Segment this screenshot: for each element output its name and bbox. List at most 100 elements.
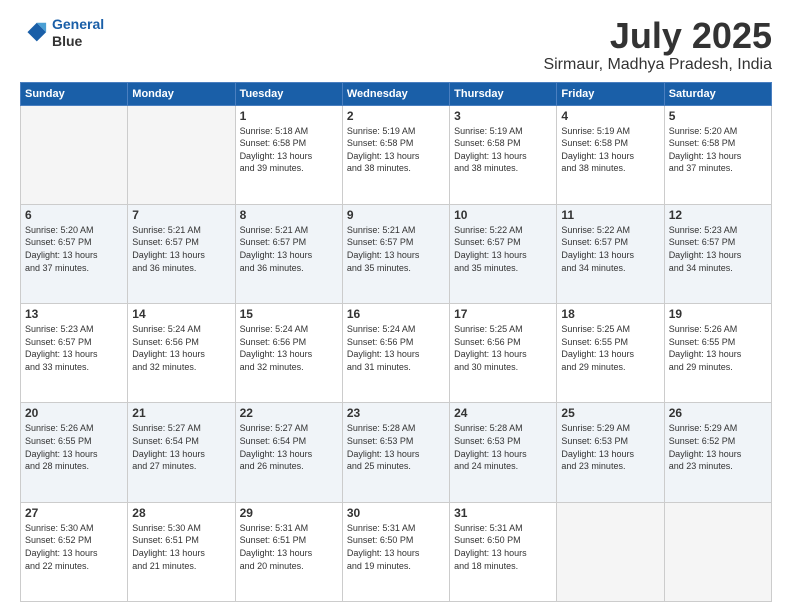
day-info: Sunrise: 5:21 AM Sunset: 6:57 PM Dayligh… bbox=[132, 224, 230, 274]
calendar-cell: 3Sunrise: 5:19 AM Sunset: 6:58 PM Daylig… bbox=[450, 105, 557, 204]
subtitle: Sirmaur, Madhya Pradesh, India bbox=[543, 56, 772, 74]
day-info: Sunrise: 5:23 AM Sunset: 6:57 PM Dayligh… bbox=[669, 224, 767, 274]
day-info: Sunrise: 5:26 AM Sunset: 6:55 PM Dayligh… bbox=[25, 422, 123, 472]
calendar-cell: 6 Sunrise: 5:20 AM Sunset: 6:57 PM Daylig… bbox=[21, 204, 128, 303]
logo-text: General Blue bbox=[52, 16, 104, 50]
calendar-cell: 9 Sunrise: 5:21 AM Sunset: 6:57 PM Daylig… bbox=[342, 204, 449, 303]
calendar-cell: 13 Sunrise: 5:23 AM Sunset: 6:57 PM Dayli… bbox=[21, 304, 128, 403]
col-monday: Monday bbox=[128, 82, 235, 105]
day-number: 18 bbox=[561, 307, 659, 321]
calendar-cell: 25 Sunrise: 5:29 AM Sunset: 6:53 PM Dayli… bbox=[557, 403, 664, 502]
logo-line1: General bbox=[52, 16, 104, 32]
logo: General Blue bbox=[20, 16, 104, 50]
calendar-cell: 27Sunrise: 5:30 AM Sunset: 6:52 PM Dayli… bbox=[21, 502, 128, 601]
calendar-cell: 23Sunrise: 5:28 AM Sunset: 6:53 PM Dayli… bbox=[342, 403, 449, 502]
calendar-cell: 21 Sunrise: 5:27 AM Sunset: 6:54 PM Dayli… bbox=[128, 403, 235, 502]
day-number: 31 bbox=[454, 506, 552, 520]
calendar-cell bbox=[21, 105, 128, 204]
day-number: 30 bbox=[347, 506, 445, 520]
day-number: 1 bbox=[240, 109, 338, 123]
logo-line2: Blue bbox=[52, 33, 104, 50]
calendar-cell: 17 Sunrise: 5:25 AM Sunset: 6:56 PM Dayli… bbox=[450, 304, 557, 403]
day-info: Sunrise: 5:29 AM Sunset: 6:53 PM Dayligh… bbox=[561, 422, 659, 472]
calendar-cell: 14Sunrise: 5:24 AM Sunset: 6:56 PM Dayli… bbox=[128, 304, 235, 403]
day-number: 20 bbox=[25, 406, 123, 420]
day-info: Sunrise: 5:18 AM Sunset: 6:58 PM Dayligh… bbox=[240, 125, 338, 175]
day-info: Sunrise: 5:21 AM Sunset: 6:57 PM Dayligh… bbox=[347, 224, 445, 274]
day-number: 6 bbox=[25, 208, 123, 222]
calendar-cell bbox=[664, 502, 771, 601]
page: General Blue July 2025 Sirmaur, Madhya P… bbox=[0, 0, 792, 612]
calendar-cell: 28 Sunrise: 5:30 AM Sunset: 6:51 PM Dayli… bbox=[128, 502, 235, 601]
calendar-week-row: 20 Sunrise: 5:26 AM Sunset: 6:55 PM Dayli… bbox=[21, 403, 772, 502]
calendar-cell: 29 Sunrise: 5:31 AM Sunset: 6:51 PM Dayli… bbox=[235, 502, 342, 601]
header-row: Sunday Monday Tuesday Wednesday Thursday… bbox=[21, 82, 772, 105]
day-number: 12 bbox=[669, 208, 767, 222]
day-number: 19 bbox=[669, 307, 767, 321]
calendar-cell bbox=[128, 105, 235, 204]
day-info: Sunrise: 5:21 AM Sunset: 6:57 PM Dayligh… bbox=[240, 224, 338, 274]
calendar-cell: 15 Sunrise: 5:24 AM Sunset: 6:56 PM Dayli… bbox=[235, 304, 342, 403]
calendar-cell: 19 Sunrise: 5:26 AM Sunset: 6:55 PM Dayli… bbox=[664, 304, 771, 403]
day-info: Sunrise: 5:25 AM Sunset: 6:56 PM Dayligh… bbox=[454, 323, 552, 373]
calendar-cell: 30Sunrise: 5:31 AM Sunset: 6:50 PM Dayli… bbox=[342, 502, 449, 601]
col-sunday: Sunday bbox=[21, 82, 128, 105]
day-info: Sunrise: 5:30 AM Sunset: 6:52 PM Dayligh… bbox=[25, 522, 123, 572]
calendar-cell: 20 Sunrise: 5:26 AM Sunset: 6:55 PM Dayli… bbox=[21, 403, 128, 502]
calendar-cell: 26 Sunrise: 5:29 AM Sunset: 6:52 PM Dayli… bbox=[664, 403, 771, 502]
day-info: Sunrise: 5:29 AM Sunset: 6:52 PM Dayligh… bbox=[669, 422, 767, 472]
main-title: July 2025 bbox=[543, 16, 772, 56]
day-info: Sunrise: 5:24 AM Sunset: 6:56 PM Dayligh… bbox=[240, 323, 338, 373]
day-number: 3 bbox=[454, 109, 552, 123]
day-number: 22 bbox=[240, 406, 338, 420]
col-friday: Friday bbox=[557, 82, 664, 105]
calendar-cell: 4Sunrise: 5:19 AM Sunset: 6:58 PM Daylig… bbox=[557, 105, 664, 204]
day-info: Sunrise: 5:20 AM Sunset: 6:58 PM Dayligh… bbox=[669, 125, 767, 175]
calendar-cell: 2Sunrise: 5:19 AM Sunset: 6:58 PM Daylig… bbox=[342, 105, 449, 204]
calendar-cell: 12 Sunrise: 5:23 AM Sunset: 6:57 PM Dayli… bbox=[664, 204, 771, 303]
day-number: 7 bbox=[132, 208, 230, 222]
day-number: 17 bbox=[454, 307, 552, 321]
calendar-header: Sunday Monday Tuesday Wednesday Thursday… bbox=[21, 82, 772, 105]
calendar-cell: 7 Sunrise: 5:21 AM Sunset: 6:57 PM Daylig… bbox=[128, 204, 235, 303]
day-info: Sunrise: 5:19 AM Sunset: 6:58 PM Dayligh… bbox=[347, 125, 445, 175]
day-number: 29 bbox=[240, 506, 338, 520]
day-info: Sunrise: 5:19 AM Sunset: 6:58 PM Dayligh… bbox=[561, 125, 659, 175]
day-info: Sunrise: 5:31 AM Sunset: 6:51 PM Dayligh… bbox=[240, 522, 338, 572]
day-number: 13 bbox=[25, 307, 123, 321]
day-info: Sunrise: 5:25 AM Sunset: 6:55 PM Dayligh… bbox=[561, 323, 659, 373]
day-number: 26 bbox=[669, 406, 767, 420]
day-number: 9 bbox=[347, 208, 445, 222]
day-info: Sunrise: 5:22 AM Sunset: 6:57 PM Dayligh… bbox=[454, 224, 552, 274]
day-info: Sunrise: 5:27 AM Sunset: 6:54 PM Dayligh… bbox=[132, 422, 230, 472]
day-number: 28 bbox=[132, 506, 230, 520]
calendar-cell: 11Sunrise: 5:22 AM Sunset: 6:57 PM Dayli… bbox=[557, 204, 664, 303]
day-number: 5 bbox=[669, 109, 767, 123]
calendar-week-row: 13 Sunrise: 5:23 AM Sunset: 6:57 PM Dayli… bbox=[21, 304, 772, 403]
col-saturday: Saturday bbox=[664, 82, 771, 105]
day-info: Sunrise: 5:23 AM Sunset: 6:57 PM Dayligh… bbox=[25, 323, 123, 373]
title-block: July 2025 Sirmaur, Madhya Pradesh, India bbox=[543, 16, 772, 74]
col-wednesday: Wednesday bbox=[342, 82, 449, 105]
header: General Blue July 2025 Sirmaur, Madhya P… bbox=[20, 16, 772, 74]
day-number: 10 bbox=[454, 208, 552, 222]
calendar-cell: 1 Sunrise: 5:18 AM Sunset: 6:58 PM Daylig… bbox=[235, 105, 342, 204]
calendar-cell bbox=[557, 502, 664, 601]
day-number: 25 bbox=[561, 406, 659, 420]
day-info: Sunrise: 5:24 AM Sunset: 6:56 PM Dayligh… bbox=[132, 323, 230, 373]
day-number: 21 bbox=[132, 406, 230, 420]
calendar-week-row: 6 Sunrise: 5:20 AM Sunset: 6:57 PM Daylig… bbox=[21, 204, 772, 303]
calendar-cell: 31Sunrise: 5:31 AM Sunset: 6:50 PM Dayli… bbox=[450, 502, 557, 601]
calendar-body: 1 Sunrise: 5:18 AM Sunset: 6:58 PM Daylig… bbox=[21, 105, 772, 601]
day-number: 15 bbox=[240, 307, 338, 321]
logo-icon bbox=[20, 19, 48, 47]
day-info: Sunrise: 5:20 AM Sunset: 6:57 PM Dayligh… bbox=[25, 224, 123, 274]
calendar-week-row: 27Sunrise: 5:30 AM Sunset: 6:52 PM Dayli… bbox=[21, 502, 772, 601]
day-info: Sunrise: 5:24 AM Sunset: 6:56 PM Dayligh… bbox=[347, 323, 445, 373]
day-info: Sunrise: 5:26 AM Sunset: 6:55 PM Dayligh… bbox=[669, 323, 767, 373]
day-info: Sunrise: 5:27 AM Sunset: 6:54 PM Dayligh… bbox=[240, 422, 338, 472]
day-number: 16 bbox=[347, 307, 445, 321]
calendar-cell: 16 Sunrise: 5:24 AM Sunset: 6:56 PM Dayli… bbox=[342, 304, 449, 403]
calendar-cell: 18 Sunrise: 5:25 AM Sunset: 6:55 PM Dayli… bbox=[557, 304, 664, 403]
day-info: Sunrise: 5:30 AM Sunset: 6:51 PM Dayligh… bbox=[132, 522, 230, 572]
